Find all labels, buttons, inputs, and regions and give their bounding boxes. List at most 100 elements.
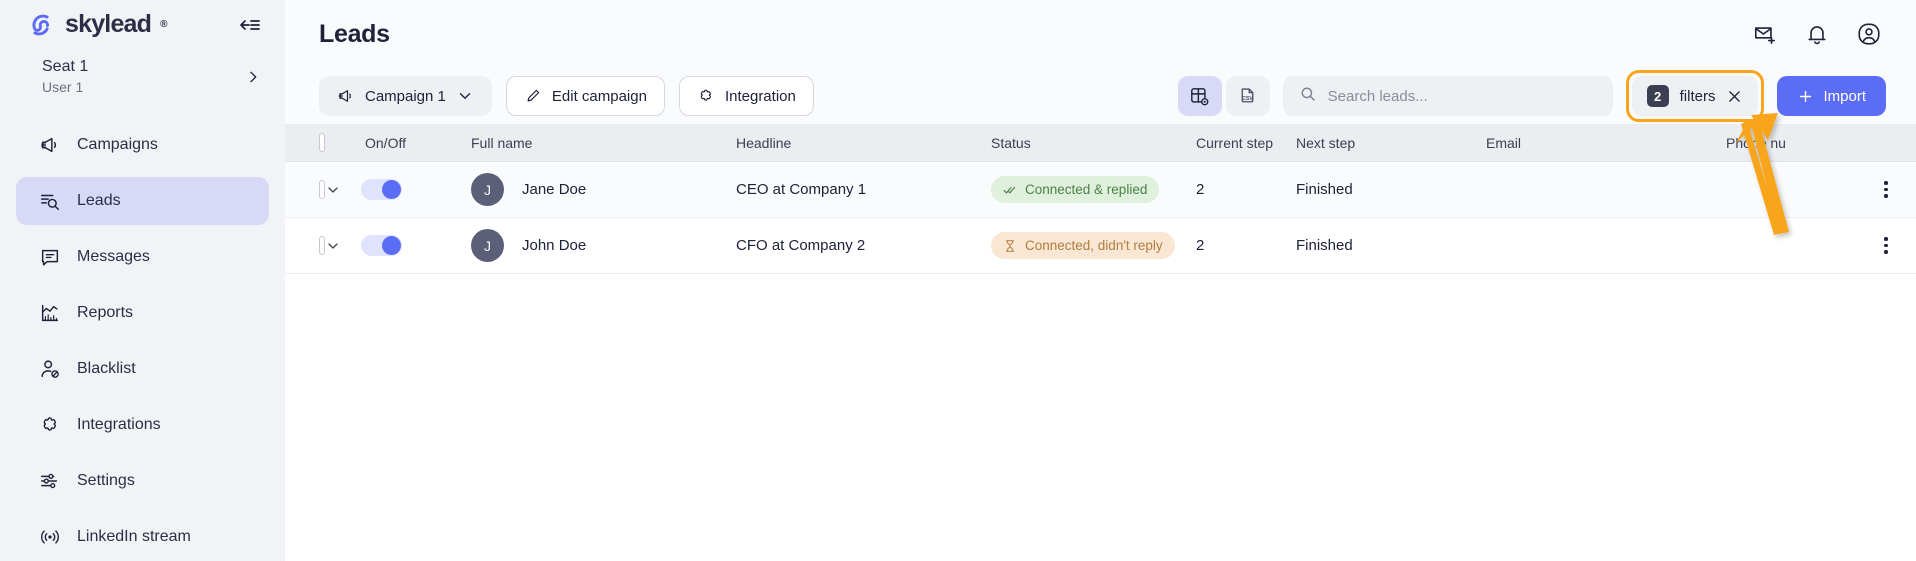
mail-add-icon[interactable] xyxy=(1752,21,1778,47)
avatar: J xyxy=(471,229,504,262)
filters-chip[interactable]: 2 filters xyxy=(1631,76,1759,116)
row-status-cell: Connected & replied xyxy=(991,176,1196,203)
page-title: Leads xyxy=(319,19,390,48)
sidebar: skylead ® Seat 1 User 1 Campaigns Leads … xyxy=(0,0,285,561)
column-header-status[interactable]: Status xyxy=(991,135,1196,151)
row-actions-cell xyxy=(1856,181,1916,198)
sidebar-item-label: Campaigns xyxy=(77,136,158,153)
import-label: Import xyxy=(1823,87,1866,105)
leads-toolbar: Campaign 1 Edit campaign Integration CSV… xyxy=(285,68,1916,124)
sidebar-item-settings[interactable]: Settings xyxy=(16,457,269,505)
sliders-icon xyxy=(39,470,61,492)
user-blocked-icon xyxy=(39,358,61,380)
filters-label: filters xyxy=(1679,87,1716,105)
row-fullname-cell: J Jane Doe xyxy=(471,173,736,206)
sidebar-item-campaigns[interactable]: Campaigns xyxy=(16,121,269,169)
column-header-onoff[interactable]: On/Off xyxy=(361,135,471,151)
column-header-email[interactable]: Email xyxy=(1486,135,1726,151)
lead-enabled-toggle[interactable] xyxy=(361,179,402,200)
campaign-selector-label: Campaign 1 xyxy=(365,87,446,105)
message-bubble-icon xyxy=(39,246,61,268)
skylead-logo-icon xyxy=(26,10,56,40)
row-expand-cell xyxy=(325,238,361,254)
row-expand-cell xyxy=(325,182,361,198)
filters-count-badge: 2 xyxy=(1646,85,1669,107)
lead-current-step: 2 xyxy=(1196,237,1205,254)
edit-campaign-label: Edit campaign xyxy=(551,87,647,105)
chevron-down-icon[interactable] xyxy=(325,182,341,198)
status-badge: Connected & replied xyxy=(991,176,1160,203)
sidebar-item-label: Leads xyxy=(77,192,121,209)
row-fullname-cell: J John Doe xyxy=(471,229,736,262)
search-leads-field[interactable] xyxy=(1282,76,1613,116)
sidebar-nav: Campaigns Leads Messages Reports Blackli… xyxy=(0,121,285,561)
avatar: J xyxy=(471,173,504,206)
lead-full-name: Jane Doe xyxy=(522,181,587,198)
account-circle-icon[interactable] xyxy=(1856,21,1882,47)
column-header-headline[interactable]: Headline xyxy=(736,135,991,151)
search-input[interactable] xyxy=(1327,87,1597,105)
svg-text:CSV: CSV xyxy=(1242,96,1253,102)
collapse-sidebar-icon[interactable] xyxy=(237,12,263,38)
leads-table: On/Off Full name Headline Status Current… xyxy=(285,124,1916,561)
logo-text: skylead xyxy=(65,10,152,38)
campaign-selector[interactable]: Campaign 1 xyxy=(319,76,492,116)
sidebar-item-linkedin-stream[interactable]: LinkedIn stream xyxy=(16,513,269,561)
puzzle-icon xyxy=(39,414,61,436)
sidebar-item-label: Integrations xyxy=(77,416,161,433)
lead-next-step: Finished xyxy=(1296,237,1353,254)
seat-selector[interactable]: Seat 1 User 1 xyxy=(0,51,285,103)
select-all-checkbox[interactable] xyxy=(319,133,325,152)
seat-name: Seat 1 xyxy=(42,58,89,75)
app-logo[interactable]: skylead ® xyxy=(26,10,168,40)
csv-file-icon[interactable]: CSV xyxy=(1225,76,1270,116)
table-settings-icon[interactable] xyxy=(1177,76,1222,116)
header-actions xyxy=(1752,21,1882,47)
close-icon[interactable] xyxy=(1726,88,1743,105)
view-toggle-group: CSV xyxy=(1177,76,1270,116)
pencil-icon xyxy=(524,87,542,105)
status-badge: Connected, didn't reply xyxy=(991,232,1175,259)
sidebar-item-label: Messages xyxy=(77,248,150,265)
lead-next-step: Finished xyxy=(1296,181,1353,198)
row-select-cell xyxy=(285,236,325,255)
toolbar-right: CSV 2 filters xyxy=(1177,70,1886,122)
row-onoff-cell xyxy=(361,235,471,256)
leads-search-icon xyxy=(39,190,61,212)
sidebar-header: skylead ® xyxy=(0,0,285,49)
puzzle-icon xyxy=(697,87,715,105)
row-more-options-icon[interactable] xyxy=(1884,237,1888,254)
sidebar-item-integrations[interactable]: Integrations xyxy=(16,401,269,449)
sidebar-item-label: Reports xyxy=(77,304,134,321)
integration-button[interactable]: Integration xyxy=(678,76,814,116)
table-row[interactable]: J Jane Doe CEO at Company 1 Connected & … xyxy=(285,162,1916,218)
sidebar-item-blacklist[interactable]: Blacklist xyxy=(16,345,269,393)
edit-campaign-button[interactable]: Edit campaign xyxy=(505,76,665,116)
filters-highlight-box: 2 filters xyxy=(1625,70,1765,122)
row-more-options-icon[interactable] xyxy=(1884,181,1888,198)
hourglass-icon xyxy=(1003,239,1017,253)
import-button[interactable]: Import xyxy=(1777,76,1886,116)
sidebar-item-leads[interactable]: Leads xyxy=(16,177,269,225)
seat-info: Seat 1 User 1 xyxy=(42,57,88,97)
column-header-fullname[interactable]: Full name xyxy=(471,135,736,151)
seat-user: User 1 xyxy=(42,79,84,95)
sidebar-item-label: Blacklist xyxy=(77,360,136,377)
bell-icon[interactable] xyxy=(1804,21,1830,47)
chevron-down-icon[interactable] xyxy=(325,238,341,254)
page-header: Leads xyxy=(285,0,1916,68)
broadcast-icon xyxy=(39,526,61,548)
column-header-phone[interactable]: Phone nu xyxy=(1726,135,1856,151)
sidebar-item-messages[interactable]: Messages xyxy=(16,233,269,281)
lead-enabled-toggle[interactable] xyxy=(361,235,402,256)
integration-label: Integration xyxy=(724,87,796,105)
column-header-current-step[interactable]: Current step xyxy=(1196,135,1296,151)
column-header-next-step[interactable]: Next step xyxy=(1296,135,1486,151)
table-row[interactable]: J John Doe CFO at Company 2 Connected, d… xyxy=(285,218,1916,274)
sidebar-item-reports[interactable]: Reports xyxy=(16,289,269,337)
app-root: skylead ® Seat 1 User 1 Campaigns Leads … xyxy=(0,0,1916,561)
megaphone-icon xyxy=(337,87,355,105)
toolbar-left: Campaign 1 Edit campaign Integration xyxy=(319,76,814,116)
lead-headline: CFO at Company 2 xyxy=(736,237,866,254)
chart-icon xyxy=(39,302,61,324)
